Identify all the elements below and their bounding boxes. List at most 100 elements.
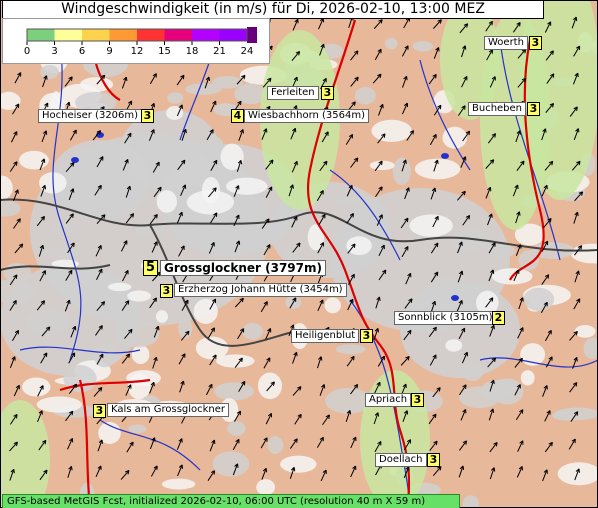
place-label-apriach: Apriach <box>365 393 412 407</box>
terrain-snow-patch <box>220 143 244 171</box>
terrain-high-area <box>400 282 520 378</box>
place-value-bucheben: 3 <box>527 102 540 116</box>
legend-colorbar <box>26 27 257 45</box>
terrain-snow-patch <box>346 236 372 256</box>
terrain-snow-patch <box>225 177 268 195</box>
terrain-snow-patch <box>445 339 463 352</box>
terrain-snow-patch <box>392 157 411 186</box>
terrain-snow-patch <box>40 64 59 80</box>
terrain-snow-patch <box>428 276 460 297</box>
legend-tick-label: 9 <box>106 46 113 57</box>
map-title: Windgeschwindigkeit (in m/s) für Di, 202… <box>2 0 544 19</box>
terrain-snow-patch <box>42 247 82 257</box>
terrain-snow-patch <box>126 370 161 387</box>
place-value-apriach: 3 <box>411 393 424 407</box>
terrain-snow-patch <box>487 244 516 258</box>
legend-swatch <box>109 29 137 41</box>
terrain-snow-patch <box>256 479 276 496</box>
terrain-snow-patch <box>459 386 500 409</box>
forecast-footer: GFS-based MetGIS Fcst, initialized 2026-… <box>2 494 460 508</box>
lake <box>451 295 459 301</box>
terrain-snow-patch <box>324 297 341 314</box>
place-value-erzherzog: 3 <box>160 284 173 298</box>
place-label-ferleiten: Ferleiten <box>267 86 319 100</box>
terrain-layer <box>0 0 598 508</box>
legend-tick-label: 15 <box>158 46 171 57</box>
terrain-snow-patch <box>127 290 152 302</box>
terrain-snow-patch <box>335 196 371 207</box>
legend-tick-label: 0 <box>23 46 31 57</box>
terrain-snow-patch <box>335 344 366 355</box>
legend-swatch <box>54 29 82 41</box>
terrain-snow-patch <box>227 421 246 436</box>
terrain-snow-patch <box>134 220 166 236</box>
legend-swatch <box>137 29 165 41</box>
terrain-snow-patch <box>193 298 218 324</box>
place-value-hocheiser: 3 <box>141 109 154 123</box>
terrain-snow-patch <box>385 37 398 50</box>
terrain-snow-patch <box>108 282 132 292</box>
place-value-woerth: 3 <box>529 36 542 50</box>
wind-map: Windgeschwindigkeit (in m/s) für Di, 202… <box>0 0 598 508</box>
terrain-snow-patch <box>412 41 434 52</box>
terrain-snow-patch <box>156 190 178 213</box>
place-value-grossglockner: 5 <box>143 260 158 276</box>
legend: 0 3 6 9 12 15 18 21 24 <box>2 18 270 64</box>
terrain-snow-patch <box>212 451 250 477</box>
legend-overflow-swatch <box>247 27 257 43</box>
place-label-heiligenblut: Heiligenblut <box>291 329 360 343</box>
place-label-woerth: Woerth <box>484 36 528 50</box>
place-label-wiesbachhorn: Wiesbachhorn (3564m) <box>244 109 370 123</box>
place-label-kals: Kals am Grossglockner <box>107 403 230 417</box>
place-value-ferleiten: 3 <box>321 86 334 100</box>
terrain-snow-patch <box>267 436 284 455</box>
place-value-sonnblick: 2 <box>492 311 505 325</box>
legend-swatch <box>219 29 247 41</box>
place-value-doellach: 3 <box>427 453 440 467</box>
place-value-wiesbachhorn: 4 <box>231 109 244 123</box>
terrain-snow-patch <box>128 424 147 434</box>
place-label-erzherzog: Erzherzog Johann Hütte (3454m) <box>174 283 347 297</box>
terrain-snow-patch <box>186 190 234 215</box>
legend-tick-label: 12 <box>130 46 144 57</box>
legend-swatch <box>82 29 110 41</box>
terrain-snow-patch <box>161 478 196 490</box>
legend-tick-label: 18 <box>185 46 199 57</box>
terrain-snow-patch <box>22 377 51 397</box>
place-label-sonnblick: Sonnblick (3105m) <box>394 311 497 325</box>
place-label-grossglockner: Grossglockner (3797m) <box>160 260 326 276</box>
terrain-snow-patch <box>257 372 283 400</box>
terrain-snow-patch <box>520 370 535 386</box>
terrain-snow-patch <box>213 382 255 401</box>
terrain-snow-patch <box>167 92 184 104</box>
place-label-hocheiser: Hocheiser (3206m) <box>38 109 143 123</box>
terrain-snow-patch <box>461 361 484 382</box>
legend-swatch <box>192 29 220 41</box>
terrain-snow-patch <box>241 322 264 340</box>
terrain-snow-patch <box>131 344 150 365</box>
legend-swatch <box>164 29 192 41</box>
terrain-snow-patch <box>195 216 232 242</box>
terrain-snow-patch <box>523 287 555 311</box>
place-label-doellach: Doellach <box>375 453 427 467</box>
place-value-heiligenblut: 3 <box>360 329 373 343</box>
legend-tick-label: 3 <box>51 46 58 57</box>
legend-tick-label: 6 <box>78 46 86 57</box>
terrain-snow-patch <box>280 455 317 473</box>
terrain-snow-patch <box>409 214 453 237</box>
terrain-snow-patch <box>354 87 376 105</box>
legend-tick-label: 21 <box>213 46 226 57</box>
lake <box>71 157 79 163</box>
terrain-snow-patch <box>79 186 96 202</box>
terrain-snow-patch <box>36 396 82 413</box>
place-label-bucheben: Bucheben <box>468 102 527 116</box>
lake <box>441 153 449 159</box>
terrain-snow-patch <box>195 336 229 360</box>
legend-tick-label: 24 <box>240 46 254 57</box>
terrain-snow-patch <box>25 308 69 336</box>
terrain-snow-patch <box>371 119 412 142</box>
terrain-snow-patch <box>184 83 222 95</box>
legend-swatch <box>27 29 55 41</box>
legend-ticks: 0 3 6 9 12 15 18 21 24 <box>3 46 269 60</box>
terrain-snow-patch <box>155 310 169 323</box>
